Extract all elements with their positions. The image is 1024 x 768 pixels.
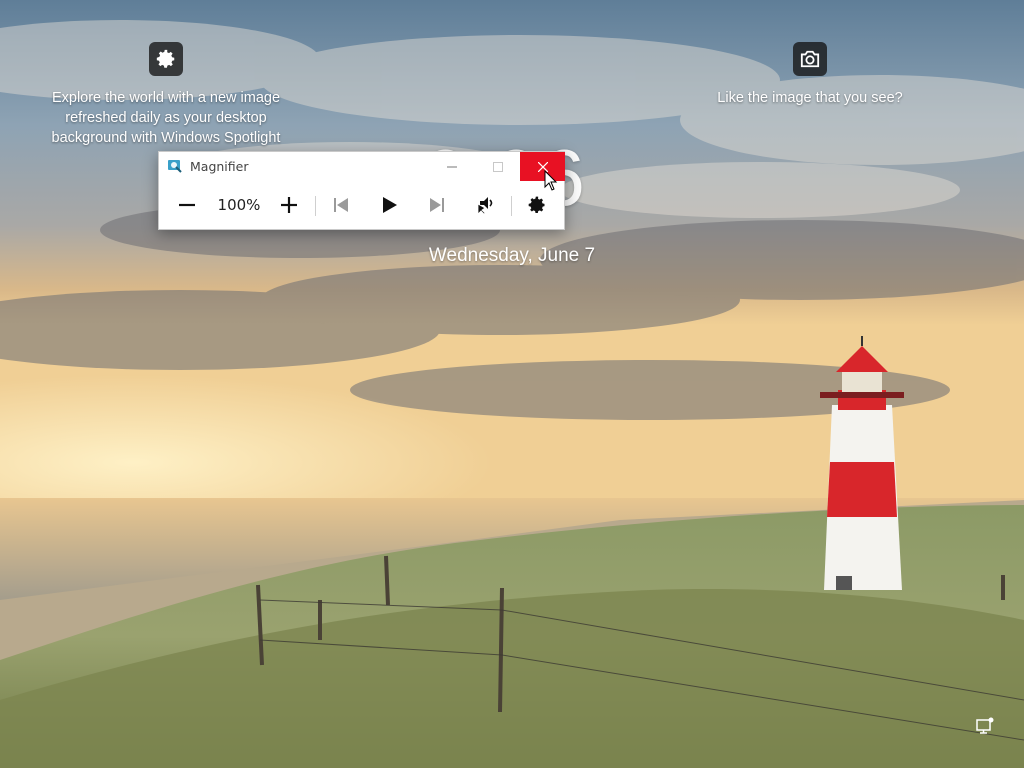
- zoom-level: 100%: [217, 196, 261, 214]
- camera-icon: [800, 50, 820, 68]
- previous-sentence-button[interactable]: [323, 187, 359, 223]
- mouse-cursor-icon: [544, 170, 558, 191]
- read-from-here-button[interactable]: [467, 187, 503, 223]
- zoom-in-button[interactable]: [271, 187, 307, 223]
- next-sentence-button[interactable]: [419, 187, 455, 223]
- magnifier-title: Magnifier: [190, 159, 249, 174]
- magnifier-title-bar[interactable]: Magnifier: [159, 152, 565, 181]
- zoom-out-button[interactable]: [169, 187, 205, 223]
- minimize-icon: [447, 166, 457, 167]
- spotlight-description: Explore the world with a new image refre…: [51, 90, 281, 146]
- toolbar-separator: [511, 196, 512, 216]
- magnifier-window: Magnifier 100%: [158, 151, 565, 230]
- network-icon[interactable]: [975, 716, 995, 736]
- magnifier-app-icon: [168, 160, 182, 173]
- spotlight-question: Like the image that you see?: [717, 90, 903, 106]
- lock-screen-date: Wednesday, June 7: [428, 245, 596, 266]
- play-button[interactable]: [371, 187, 407, 223]
- maximize-icon: [493, 161, 503, 172]
- spotlight-settings-button[interactable]: [149, 42, 183, 76]
- magnifier-toolbar: 100%: [159, 181, 564, 229]
- spotlight-like-button[interactable]: [793, 42, 827, 76]
- spotlight-info-left: Explore the world with a new image refre…: [30, 42, 302, 148]
- settings-button[interactable]: [519, 187, 555, 223]
- gear-icon: [528, 196, 545, 213]
- toolbar-separator: [315, 196, 316, 216]
- spotlight-info-right: Like the image that you see?: [700, 42, 920, 108]
- read-from-here-icon: [477, 197, 493, 215]
- skip-back-icon: [334, 198, 348, 212]
- close-button[interactable]: [520, 152, 565, 181]
- plus-icon: [281, 197, 297, 213]
- maximize-button[interactable]: [475, 152, 521, 181]
- play-icon: [383, 197, 397, 213]
- minimize-button[interactable]: [429, 152, 475, 181]
- gear-icon: [156, 49, 175, 68]
- minus-icon: [179, 203, 195, 207]
- skip-forward-icon: [430, 198, 444, 212]
